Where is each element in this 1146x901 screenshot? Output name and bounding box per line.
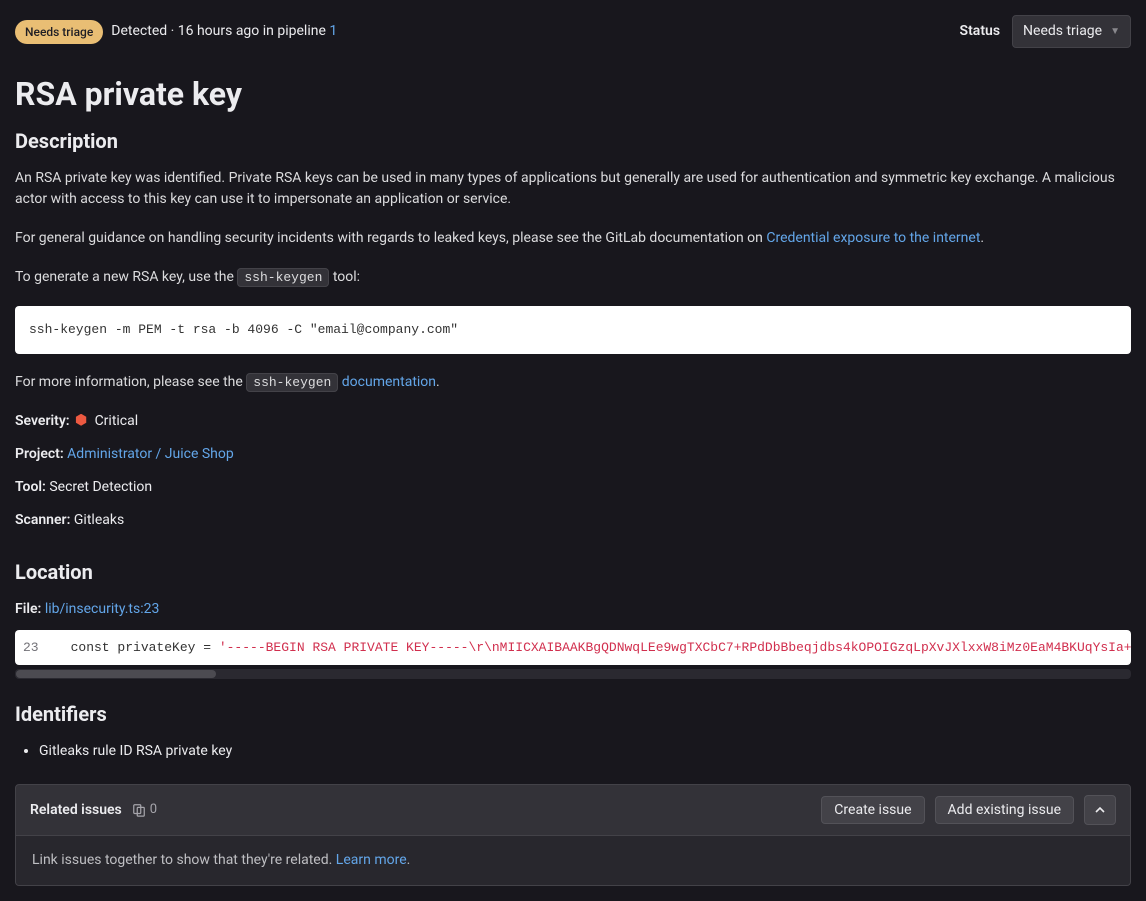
code-content: const privateKey = '-----BEGIN RSA PRIVA…: [51, 630, 1131, 666]
severity-value: Critical: [95, 413, 139, 429]
status-dropdown-value: Needs triage: [1023, 21, 1102, 42]
related-issues-title: Related issues: [30, 800, 122, 821]
related-issues-body: Link issues together to show that they'r…: [16, 835, 1130, 885]
code-location-panel: 23 const privateKey = '-----BEGIN RSA PR…: [15, 630, 1131, 666]
description-paragraph-4: For more information, please see the ssh…: [15, 372, 1131, 393]
credential-exposure-link[interactable]: Credential exposure to the internet: [766, 230, 980, 246]
related-issues-panel: Related issues 0 Create issue Add existi…: [15, 784, 1131, 886]
chevron-down-icon: ▼: [1110, 24, 1120, 39]
pipeline-link[interactable]: 1: [329, 23, 337, 39]
description-paragraph-3: To generate a new RSA key, use the ssh-k…: [15, 267, 1131, 288]
detected-text: Detected · 16 hours ago in pipeline 1: [111, 21, 337, 42]
horizontal-scrollbar[interactable]: [15, 669, 1131, 679]
section-location-heading: Location: [15, 557, 1131, 587]
page-title: RSA private key: [15, 70, 1131, 118]
create-issue-button[interactable]: Create issue: [821, 796, 924, 824]
ssh-keygen-command-block: ssh-keygen -m PEM -t rsa -b 4096 -C "ema…: [15, 306, 1131, 354]
identifier-item: Gitleaks rule ID RSA private key: [39, 741, 1131, 762]
learn-more-link[interactable]: Learn more: [336, 852, 407, 868]
section-identifiers-heading: Identifiers: [15, 699, 1131, 729]
project-link[interactable]: Administrator / Juice Shop: [67, 446, 234, 462]
line-number: 23: [15, 630, 51, 666]
description-paragraph-1: An RSA private key was identified. Priva…: [15, 168, 1131, 210]
collapse-button[interactable]: [1084, 795, 1116, 825]
ssh-keygen-doc-link[interactable]: documentation: [338, 374, 436, 390]
project-row: Project: Administrator / Juice Shop: [15, 444, 1131, 465]
description-paragraph-2: For general guidance on handling securit…: [15, 228, 1131, 249]
status-badge: Needs triage: [15, 20, 103, 44]
ssh-keygen-code-2: ssh-keygen: [246, 373, 338, 392]
identifiers-list: Gitleaks rule ID RSA private key: [15, 741, 1131, 762]
section-description-heading: Description: [15, 126, 1131, 156]
scrollbar-thumb[interactable]: [16, 670, 216, 678]
detection-meta: Needs triage Detected · 16 hours ago in …: [15, 20, 337, 44]
file-link[interactable]: lib/insecurity.ts:23: [45, 601, 160, 617]
severity-critical-icon: [75, 414, 87, 426]
add-existing-issue-button[interactable]: Add existing issue: [935, 796, 1074, 824]
issue-icon: [132, 803, 146, 817]
scanner-row: Scanner: Gitleaks: [15, 510, 1131, 531]
severity-row: Severity: Critical: [15, 411, 1131, 432]
tool-row: Tool: Secret Detection: [15, 477, 1131, 498]
status-dropdown[interactable]: Needs triage ▼: [1012, 15, 1131, 48]
status-label: Status: [960, 21, 1000, 42]
related-issues-count: 0: [132, 800, 157, 820]
ssh-keygen-code: ssh-keygen: [237, 268, 329, 287]
file-row: File: lib/insecurity.ts:23: [15, 599, 1131, 620]
chevron-up-icon: [1094, 804, 1106, 816]
